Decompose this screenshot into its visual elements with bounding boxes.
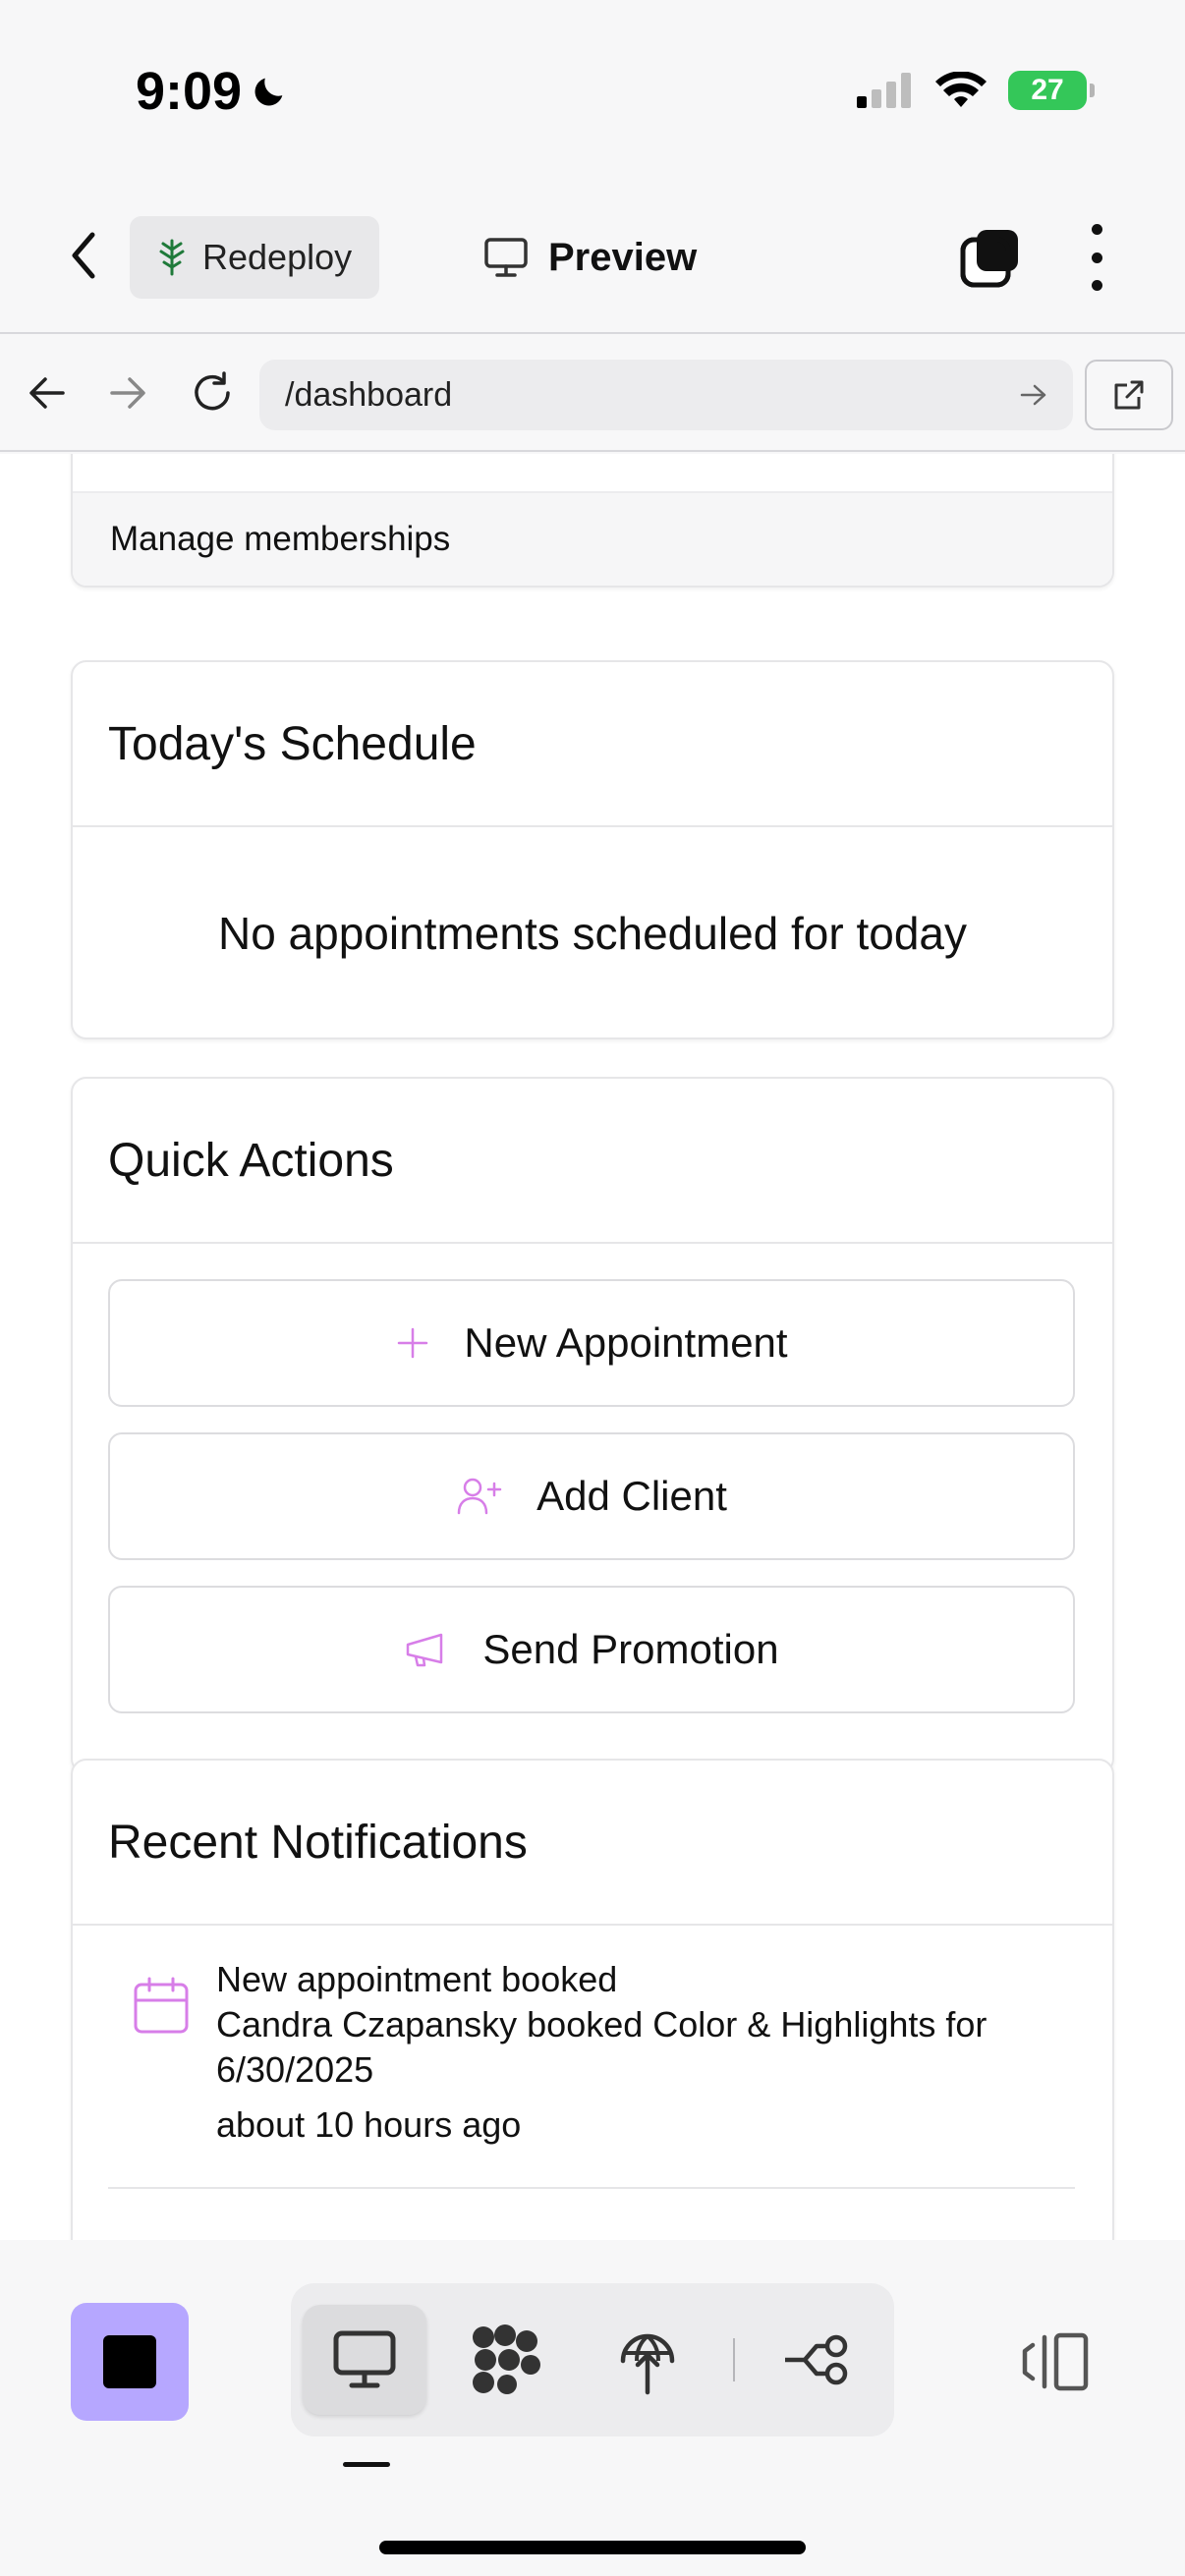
git-branch-icon [785,2334,848,2385]
toggle-panel-button[interactable] [1012,2323,1100,2401]
divider [73,1924,1112,1926]
divider [73,1242,1112,1244]
bottom-toolbar [0,2240,1185,2576]
calendar-icon [134,1977,189,2034]
memberships-card: Manage memberships [71,454,1114,588]
manage-memberships-label: Manage memberships [110,520,451,558]
preview-label: Preview [548,235,698,279]
more-menu-button[interactable] [1079,224,1114,291]
status-time: 9:09 [136,61,289,122]
notification-item[interactable]: New appointment booked Candra Czapansky … [108,1957,1075,2189]
schedule-card: Today's Schedule No appointments schedul… [71,660,1114,1039]
kebab-dot [1091,224,1102,235]
external-link-icon [1114,380,1144,410]
cluster-dots-icon [473,2324,540,2394]
megaphone-icon [407,1633,443,1667]
chevron-left-icon [72,232,95,279]
status-bar: 9:09 27 [0,0,1185,187]
redeploy-label: Redeploy [202,237,353,277]
cellular-signal-icon [857,73,911,108]
monitor-icon [333,2330,396,2388]
add-client-label: Add Client [536,1473,727,1519]
globe-upload-icon [620,2333,675,2395]
send-promotion-label: Send Promotion [482,1626,779,1672]
stacked-squares-icon [960,230,1018,288]
send-promotion-button[interactable]: Send Promotion [108,1586,1075,1713]
segment-separator [733,2338,735,2381]
panel-split-icon [1022,2332,1089,2391]
preview-view-button[interactable] [303,2305,426,2415]
notification-time: about 10 hours ago [216,2104,522,2145]
preview-tab[interactable]: Preview [483,226,697,289]
add-client-button[interactable]: Add Client [108,1432,1075,1560]
active-view-indicator [343,2462,390,2467]
browser-forward-button[interactable] [98,364,157,422]
quick-actions-title: Quick Actions [108,1134,394,1187]
wifi-icon [935,72,987,107]
branches-view-button[interactable] [755,2305,878,2415]
reload-icon [195,371,230,411]
reload-button[interactable] [183,364,242,422]
windows-button[interactable] [959,226,1022,289]
arrow-right-icon [110,377,145,409]
redeploy-tree-icon [159,239,185,276]
new-appointment-button[interactable]: New Appointment [108,1279,1075,1407]
battery-level: 27 [1031,74,1064,106]
notification-title: New appointment booked [216,1959,618,1999]
open-external-button[interactable] [1085,360,1173,430]
deploy-view-button[interactable] [586,2305,709,2415]
notification-text: New appointment booked Candra Czapansky … [216,1957,1061,2148]
view-switcher [291,2283,894,2436]
redeploy-button[interactable]: Redeploy [130,216,379,299]
url-text: /dashboard [285,375,453,414]
back-button[interactable] [59,226,108,285]
schedule-title: Today's Schedule [108,717,477,770]
home-indicator [379,2541,806,2554]
new-appointment-label: New Appointment [464,1319,788,1366]
manage-memberships-link[interactable]: Manage memberships [73,491,1112,586]
notification-body: Candra Czapansky booked Color & Highligh… [216,2004,988,2090]
monitor-icon [484,238,528,277]
plus-icon [398,1327,428,1359]
notifications-title: Recent Notifications [108,1816,528,1869]
user-plus-icon [457,1478,502,1515]
battery-indicator: 27 [1008,71,1095,110]
arrow-right-icon [1020,384,1046,406]
browser-toolbar: /dashboard [0,336,1185,452]
moon-icon [254,78,283,106]
time-text: 9:09 [136,62,243,121]
stop-square-icon [103,2335,156,2388]
arrow-left-icon [29,377,65,409]
schedule-empty-message: No appointments scheduled for today [217,908,968,959]
browser-back-button[interactable] [18,364,77,422]
dashboard-content: Manage memberships Today's Schedule No a… [0,454,1185,2240]
kebab-dot [1091,280,1102,291]
cluster-view-button[interactable] [444,2305,568,2415]
url-go-button[interactable] [1014,375,1053,415]
url-input[interactable]: /dashboard [259,360,1073,430]
stop-button[interactable] [71,2303,189,2421]
recent-notifications-card: Recent Notifications New appointment boo… [71,1759,1114,2240]
kebab-dot [1091,252,1102,263]
quick-actions-card: Quick Actions New Appointment Add Client… [71,1077,1114,1774]
status-indicators: 27 [857,71,1095,110]
app-header: Redeploy Preview [0,187,1185,334]
